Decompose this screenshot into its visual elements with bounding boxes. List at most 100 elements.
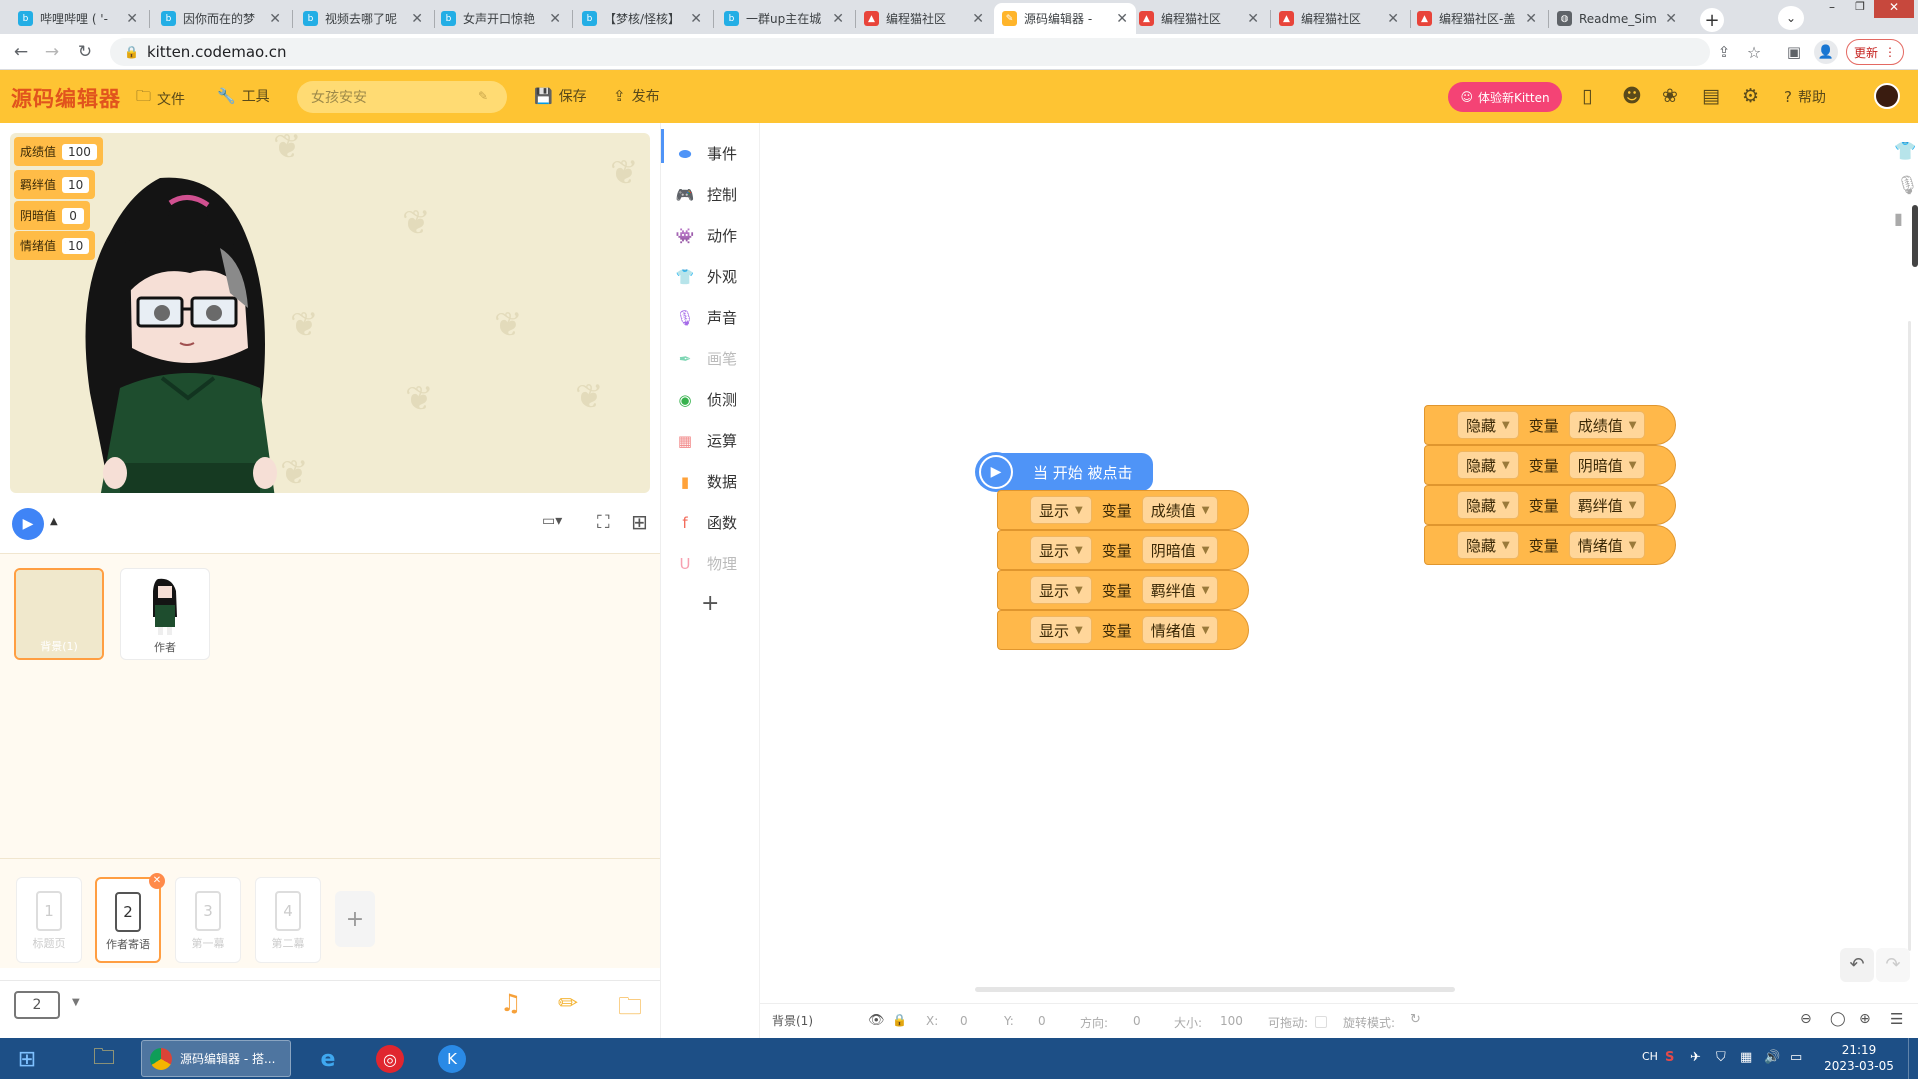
file-menu[interactable]: 🗀 文件 xyxy=(136,86,185,111)
bar-chart-icon[interactable]: ▮ xyxy=(1894,209,1903,228)
tab-close-icon[interactable]: ✕ xyxy=(1247,11,1259,27)
variable-dropdown[interactable]: 羁绊值 ▼ xyxy=(1141,576,1219,604)
tools-menu[interactable]: 🔧 工具 xyxy=(217,86,270,106)
run-play-button[interactable]: ▶ xyxy=(12,508,44,540)
variable-dropdown[interactable]: 情绪值 ▼ xyxy=(1568,531,1646,559)
notification-icon[interactable]: ▭ xyxy=(1790,1050,1802,1065)
browser-tab[interactable]: ✎ 源码编辑器 - ✕ xyxy=(994,3,1136,34)
category-detect[interactable]: ◉ 侦测 xyxy=(675,389,737,410)
bookmark-star-icon[interactable]: ☆ xyxy=(1742,40,1766,64)
action-dropdown[interactable]: 隐藏 ▼ xyxy=(1457,491,1519,519)
category-gamepad[interactable]: 🎮 控制 xyxy=(675,184,737,205)
category-magnet[interactable]: U 物理 xyxy=(675,553,738,574)
scene-card[interactable]: 3 第一幕 xyxy=(175,877,241,963)
variable-dropdown[interactable]: 成绩值 ▼ xyxy=(1141,496,1219,524)
chevron-down-icon[interactable]: ▼ xyxy=(72,997,80,1008)
app-logo[interactable]: 源码编辑器 xyxy=(11,83,121,113)
variable-monitor[interactable]: 成绩值 100 xyxy=(14,137,103,166)
browser-tab[interactable]: b 一群up主在城 ✕ xyxy=(716,3,852,34)
action-dropdown[interactable]: 显示 ▼ xyxy=(1030,576,1092,604)
tab-close-icon[interactable]: ✕ xyxy=(972,11,984,27)
file-explorer-icon[interactable]: 🗀 xyxy=(86,1042,122,1076)
action-dropdown[interactable]: 显示 ▼ xyxy=(1030,616,1092,644)
scene-card[interactable]: 1 标题页 xyxy=(16,877,82,963)
windows-start-icon[interactable]: ⊞ xyxy=(6,1042,48,1076)
category-chart[interactable]: ▮ 数据 xyxy=(675,471,737,492)
tab-close-icon[interactable]: ✕ xyxy=(1665,11,1677,27)
publish-button[interactable]: ⇪ 发布 xyxy=(613,86,660,106)
category-calc[interactable]: ▦ 运算 xyxy=(675,430,737,451)
close-window-button[interactable]: ✕ xyxy=(1874,0,1914,18)
browser-tab[interactable]: b 【梦核/怪核】 ✕ xyxy=(574,3,710,34)
calendar-icon[interactable]: ▤ xyxy=(1702,85,1720,107)
steam-icon[interactable]: ✈ xyxy=(1690,1050,1701,1065)
phone-preview-icon[interactable]: ▯ xyxy=(1582,85,1592,107)
minimize-button[interactable]: – xyxy=(1818,0,1846,18)
profile-avatar-icon[interactable]: 👤 xyxy=(1814,40,1838,64)
pencil-icon[interactable]: ✏ xyxy=(558,989,578,1017)
new-tab-button[interactable]: + xyxy=(1700,8,1724,32)
action-dropdown[interactable]: 隐藏 ▼ xyxy=(1457,451,1519,479)
scene-card[interactable]: 4 第二幕 xyxy=(255,877,321,963)
scene-delete-icon[interactable]: ✕ xyxy=(149,873,165,889)
help-button[interactable]: ? 帮助 xyxy=(1784,87,1826,107)
grid-icon[interactable]: ⊞ xyxy=(631,510,648,534)
action-dropdown[interactable]: 隐藏 ▼ xyxy=(1457,531,1519,559)
scene-card[interactable]: 2 作者寄语 ✕ xyxy=(95,873,165,963)
kugou-icon[interactable]: K xyxy=(434,1042,470,1076)
variable-visibility-block[interactable]: 隐藏 ▼ 变量 情绪值 ▼ xyxy=(1424,525,1676,565)
variable-dropdown[interactable]: 阴暗值 ▼ xyxy=(1568,451,1646,479)
tab-close-icon[interactable]: ✕ xyxy=(1525,11,1537,27)
share-icon[interactable]: ⇪ xyxy=(1712,40,1736,64)
browser-tab[interactable]: ▲ 编程猫社区 ✕ xyxy=(1131,3,1267,34)
screen-mode-icon[interactable]: ▭▾ xyxy=(542,513,576,535)
microphone-icon[interactable]: 🎙 xyxy=(1896,175,1918,196)
action-dropdown[interactable]: 隐藏 ▼ xyxy=(1457,411,1519,439)
side-panel-icon[interactable]: ▣ xyxy=(1782,40,1806,64)
user-avatar[interactable] xyxy=(1874,83,1900,109)
hamburger-menu-icon[interactable]: ☰ xyxy=(1890,1010,1903,1028)
add-scene-button[interactable]: + xyxy=(335,891,375,947)
action-dropdown[interactable]: 显示 ▼ xyxy=(1030,496,1092,524)
when-start-clicked-block[interactable]: ▶ 当 开始 被点击 xyxy=(975,452,1153,492)
browser-tab[interactable]: ▲ 编程猫社区 ✕ xyxy=(1271,3,1407,34)
tab-close-icon[interactable]: ✕ xyxy=(832,11,844,27)
ime-indicator[interactable]: CH xyxy=(1642,1050,1658,1063)
settings-gear-icon[interactable]: ⚙ xyxy=(1742,85,1759,107)
tab-close-icon[interactable]: ✕ xyxy=(1116,11,1128,27)
variable-visibility-block[interactable]: 显示 ▼ 变量 情绪值 ▼ xyxy=(997,610,1249,650)
browser-tab[interactable]: ▲ 编程猫社区-盖 ✕ xyxy=(1409,3,1545,34)
size-value[interactable]: 100 xyxy=(1220,1014,1243,1028)
caret-up-icon[interactable]: ▲ xyxy=(50,516,58,527)
author-character-sprite[interactable] xyxy=(70,173,300,493)
try-new-kitten-button[interactable]: ☺ 体验新Kitten xyxy=(1448,82,1562,112)
maximize-button[interactable]: ❐ xyxy=(1846,0,1874,18)
music-note-icon[interactable]: ♫ xyxy=(500,989,522,1017)
category-pen[interactable]: ✒ 画笔 xyxy=(675,348,737,369)
variable-visibility-block[interactable]: 隐藏 ▼ 变量 阴暗值 ▼ xyxy=(1424,445,1676,485)
horizontal-scrollbar[interactable] xyxy=(975,987,1455,992)
taskbar-clock[interactable]: 21:19 2023-03-05 xyxy=(1816,1042,1902,1074)
sprite-card-background[interactable]: 背景(1) xyxy=(14,568,104,660)
action-dropdown[interactable]: 显示 ▼ xyxy=(1030,536,1092,564)
fullscreen-icon[interactable]: ⛶ xyxy=(597,512,610,533)
category-function[interactable]: f 函数 xyxy=(675,512,737,533)
code-workspace[interactable]: ▶ 当 开始 被点击 显示 ▼ 变量 成绩值 ▼ 显示 ▼ 变量 阴暗值 ▼ 显示 ▼ 变量 羁绊值 ▼ 显示 ▼ 变… xyxy=(760,123,1918,1003)
tab-close-icon[interactable]: ✕ xyxy=(549,11,561,27)
show-desktop-button[interactable] xyxy=(1908,1038,1918,1079)
y-value[interactable]: 0 xyxy=(1038,1014,1046,1028)
redo-icon[interactable]: ↷ xyxy=(1876,948,1910,982)
category-shirt[interactable]: 👕 外观 xyxy=(675,266,737,287)
variable-dropdown[interactable]: 成绩值 ▼ xyxy=(1568,411,1646,439)
lock-icon[interactable]: 🔒 xyxy=(892,1013,907,1027)
browser-tab[interactable]: b 女声开口惊艳 ✕ xyxy=(433,3,569,34)
undo-icon[interactable]: ↶ xyxy=(1840,948,1874,982)
sogou-icon[interactable]: S xyxy=(1665,1050,1674,1065)
add-category-button[interactable]: + xyxy=(701,591,719,616)
zoom-reset-icon[interactable]: ◯ xyxy=(1830,1011,1846,1027)
tab-close-icon[interactable]: ✕ xyxy=(126,11,138,27)
ie-icon[interactable]: e xyxy=(310,1042,346,1076)
reload-icon[interactable]: ↻ xyxy=(73,40,97,64)
browser-tab[interactable]: b 哔哩哔哩 ( '- ✕ xyxy=(10,3,146,34)
stage-canvas[interactable]: ❦ ❦ ❦ ❦ ❦ ❦ ❦ ❦ 成绩值 100 羁绊值 10 阴暗值 0 情绪值 10 xyxy=(10,133,650,493)
